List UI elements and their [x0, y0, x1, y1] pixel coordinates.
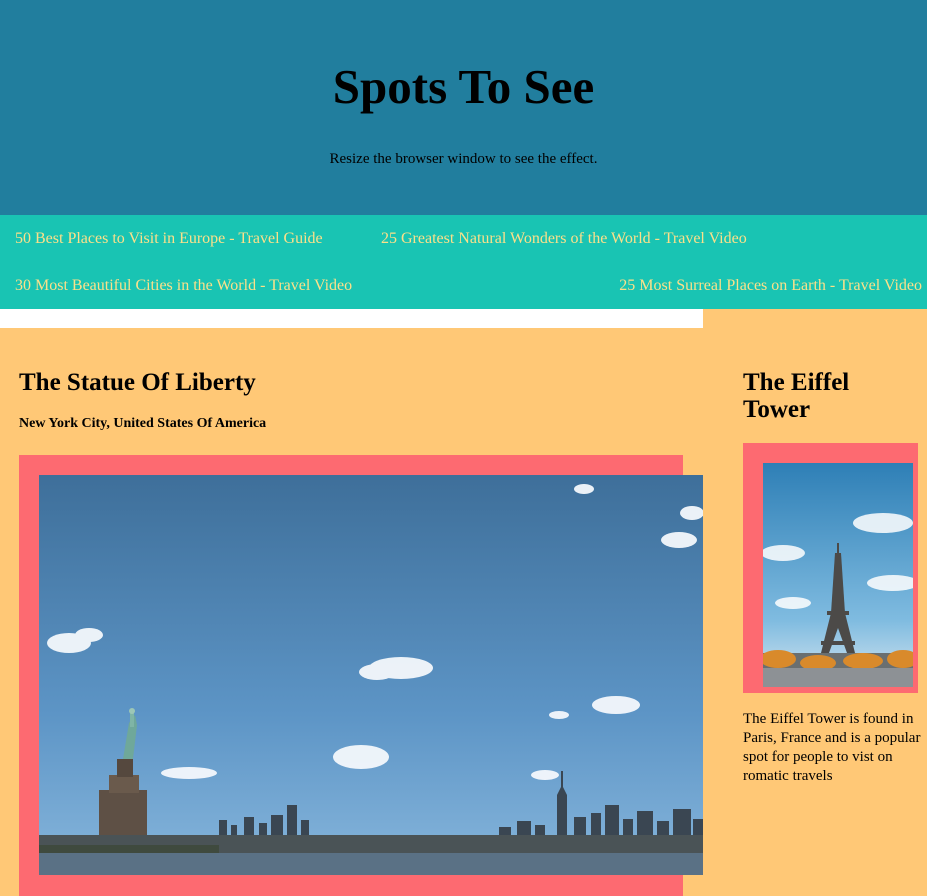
nav-link-surreal-places[interactable]: 25 Most Surreal Places on Earth - Travel…: [619, 277, 922, 295]
statue-of-liberty-photo: [39, 475, 703, 875]
nav-link-beautiful-cities[interactable]: 30 Most Beautiful Cities in the World - …: [15, 277, 352, 295]
top-nav: 50 Best Places to Visit in Europe - Trav…: [0, 215, 927, 309]
nav-link-europe[interactable]: 50 Best Places to Visit in Europe - Trav…: [15, 230, 323, 248]
nav-link-natural-wonders[interactable]: 25 Greatest Natural Wonders of the World…: [381, 230, 747, 248]
main-title: The Statue Of Liberty: [19, 369, 256, 396]
eiffel-tower-photo: [763, 463, 913, 687]
site-subtitle: Resize the browser window to see the eff…: [329, 151, 598, 167]
divider-strip: [0, 309, 703, 328]
aside-title: The Eiffel Tower: [743, 369, 849, 423]
aside-description: The Eiffel Tower is found in Paris, Fran…: [743, 711, 921, 784]
aside-title-line2: Tower: [743, 396, 811, 423]
aside-title-line1: The Eiffel: [743, 369, 850, 396]
site-header: Spots To See Resize the browser window t…: [0, 0, 927, 215]
site-title: Spots To See: [332, 59, 595, 114]
main-location: New York City, United States Of America: [19, 416, 267, 431]
